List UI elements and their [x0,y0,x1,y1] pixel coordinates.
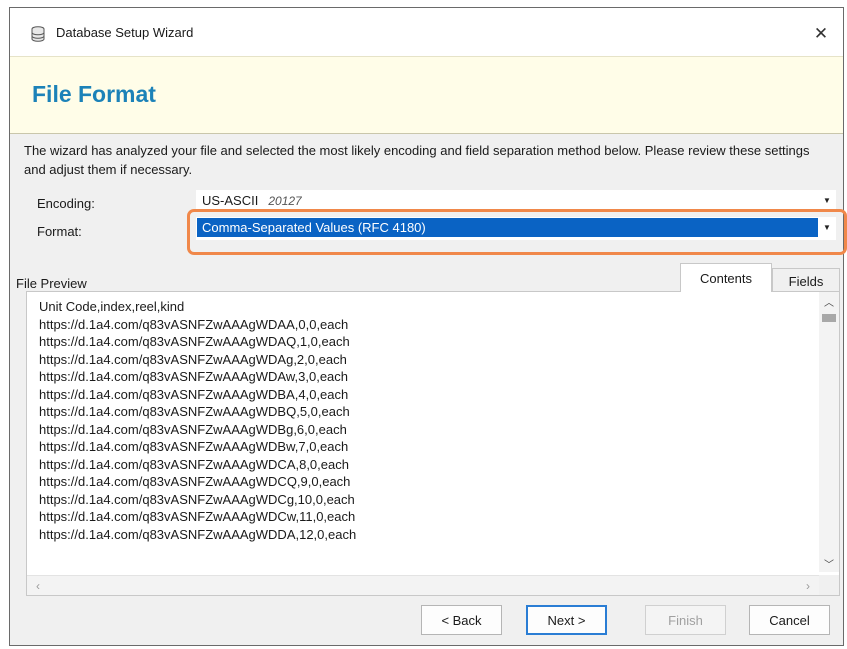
vertical-scrollbar[interactable]: ︿ ﹀ [819,292,839,572]
chevron-up-icon[interactable]: ︿ [819,292,839,310]
preview-line: https://d.1a4.com/q83vASNFZwAAAgWDCg,10,… [39,491,355,507]
format-label: Format: [37,224,82,239]
cancel-button[interactable]: Cancel [749,605,830,635]
chevron-down-icon[interactable]: ▼ [820,192,834,208]
preview-line: https://d.1a4.com/q83vASNFZwAAAgWDBA,4,0… [39,386,349,402]
scrollbar-thumb[interactable] [822,314,836,322]
horizontal-scrollbar[interactable]: ‹ › [27,575,819,595]
wizard-body: The wizard has analyzed your file and se… [10,134,847,645]
format-dropdown[interactable]: Comma-Separated Values (RFC 4180) ▼ [196,217,836,240]
description-text: The wizard has analyzed your file and se… [24,143,810,177]
preview-line: https://d.1a4.com/q83vASNFZwAAAgWDBg,6,0… [39,421,347,437]
preview-line: https://d.1a4.com/q83vASNFZwAAAgWDCA,8,0… [39,456,349,472]
back-button[interactable]: < Back [421,605,502,635]
chevron-left-icon[interactable]: ‹ [29,576,47,595]
scrollbar-corner [819,575,839,595]
finish-button: Finish [645,605,726,635]
encoding-label: Encoding: [37,196,95,211]
preview-line: https://d.1a4.com/q83vASNFZwAAAgWDBw,7,0… [39,439,349,454]
encoding-code: 20127 [268,194,302,208]
encoding-value-wrap: US-ASCII 20127 [202,193,302,208]
database-icon [31,26,45,42]
wizard-header: File Format [10,56,843,134]
preview-line: https://d.1a4.com/q83vASNFZwAAAgWDCw,11,… [39,509,356,524]
window-title: Database Setup Wizard [56,25,194,40]
encoding-value: US-ASCII [202,193,259,208]
close-button[interactable]: ✕ [799,16,843,52]
preview-text-area[interactable]: Unit Code,index,reel,kind https://d.1a4.… [39,298,819,574]
close-icon: ✕ [813,24,829,43]
preview-line: https://d.1a4.com/q83vASNFZwAAAgWDAg,2,0… [39,351,347,367]
preview-line: https://d.1a4.com/q83vASNFZwAAAgWDCQ,9,0… [39,474,351,489]
preview-line: Unit Code,index,reel,kind [39,299,185,314]
tab-contents[interactable]: Contents [680,263,772,292]
file-preview-pane: Unit Code,index,reel,kind https://d.1a4.… [26,291,840,596]
preview-line: https://d.1a4.com/q83vASNFZwAAAgWDAQ,1,0… [39,334,350,349]
next-button[interactable]: Next > [526,605,607,635]
preview-line: https://d.1a4.com/q83vASNFZwAAAgWDDA,12,… [39,526,357,542]
format-value: Comma-Separated Values (RFC 4180) [197,218,818,237]
title-bar: Database Setup Wizard ✕ [10,8,843,56]
file-preview-label: File Preview [16,276,87,291]
chevron-right-icon[interactable]: › [799,576,817,595]
preview-line: https://d.1a4.com/q83vASNFZwAAAgWDAA,0,0… [39,316,349,332]
preview-line: https://d.1a4.com/q83vASNFZwAAAgWDAw,3,0… [39,369,349,384]
wizard-window: Database Setup Wizard ✕ File Format The … [9,7,847,646]
preview-line: https://d.1a4.com/q83vASNFZwAAAgWDBQ,5,0… [39,404,350,419]
chevron-down-icon[interactable]: ﹀ [819,554,839,572]
page-title: File Format [32,81,156,107]
chevron-down-icon[interactable]: ▼ [820,219,834,235]
